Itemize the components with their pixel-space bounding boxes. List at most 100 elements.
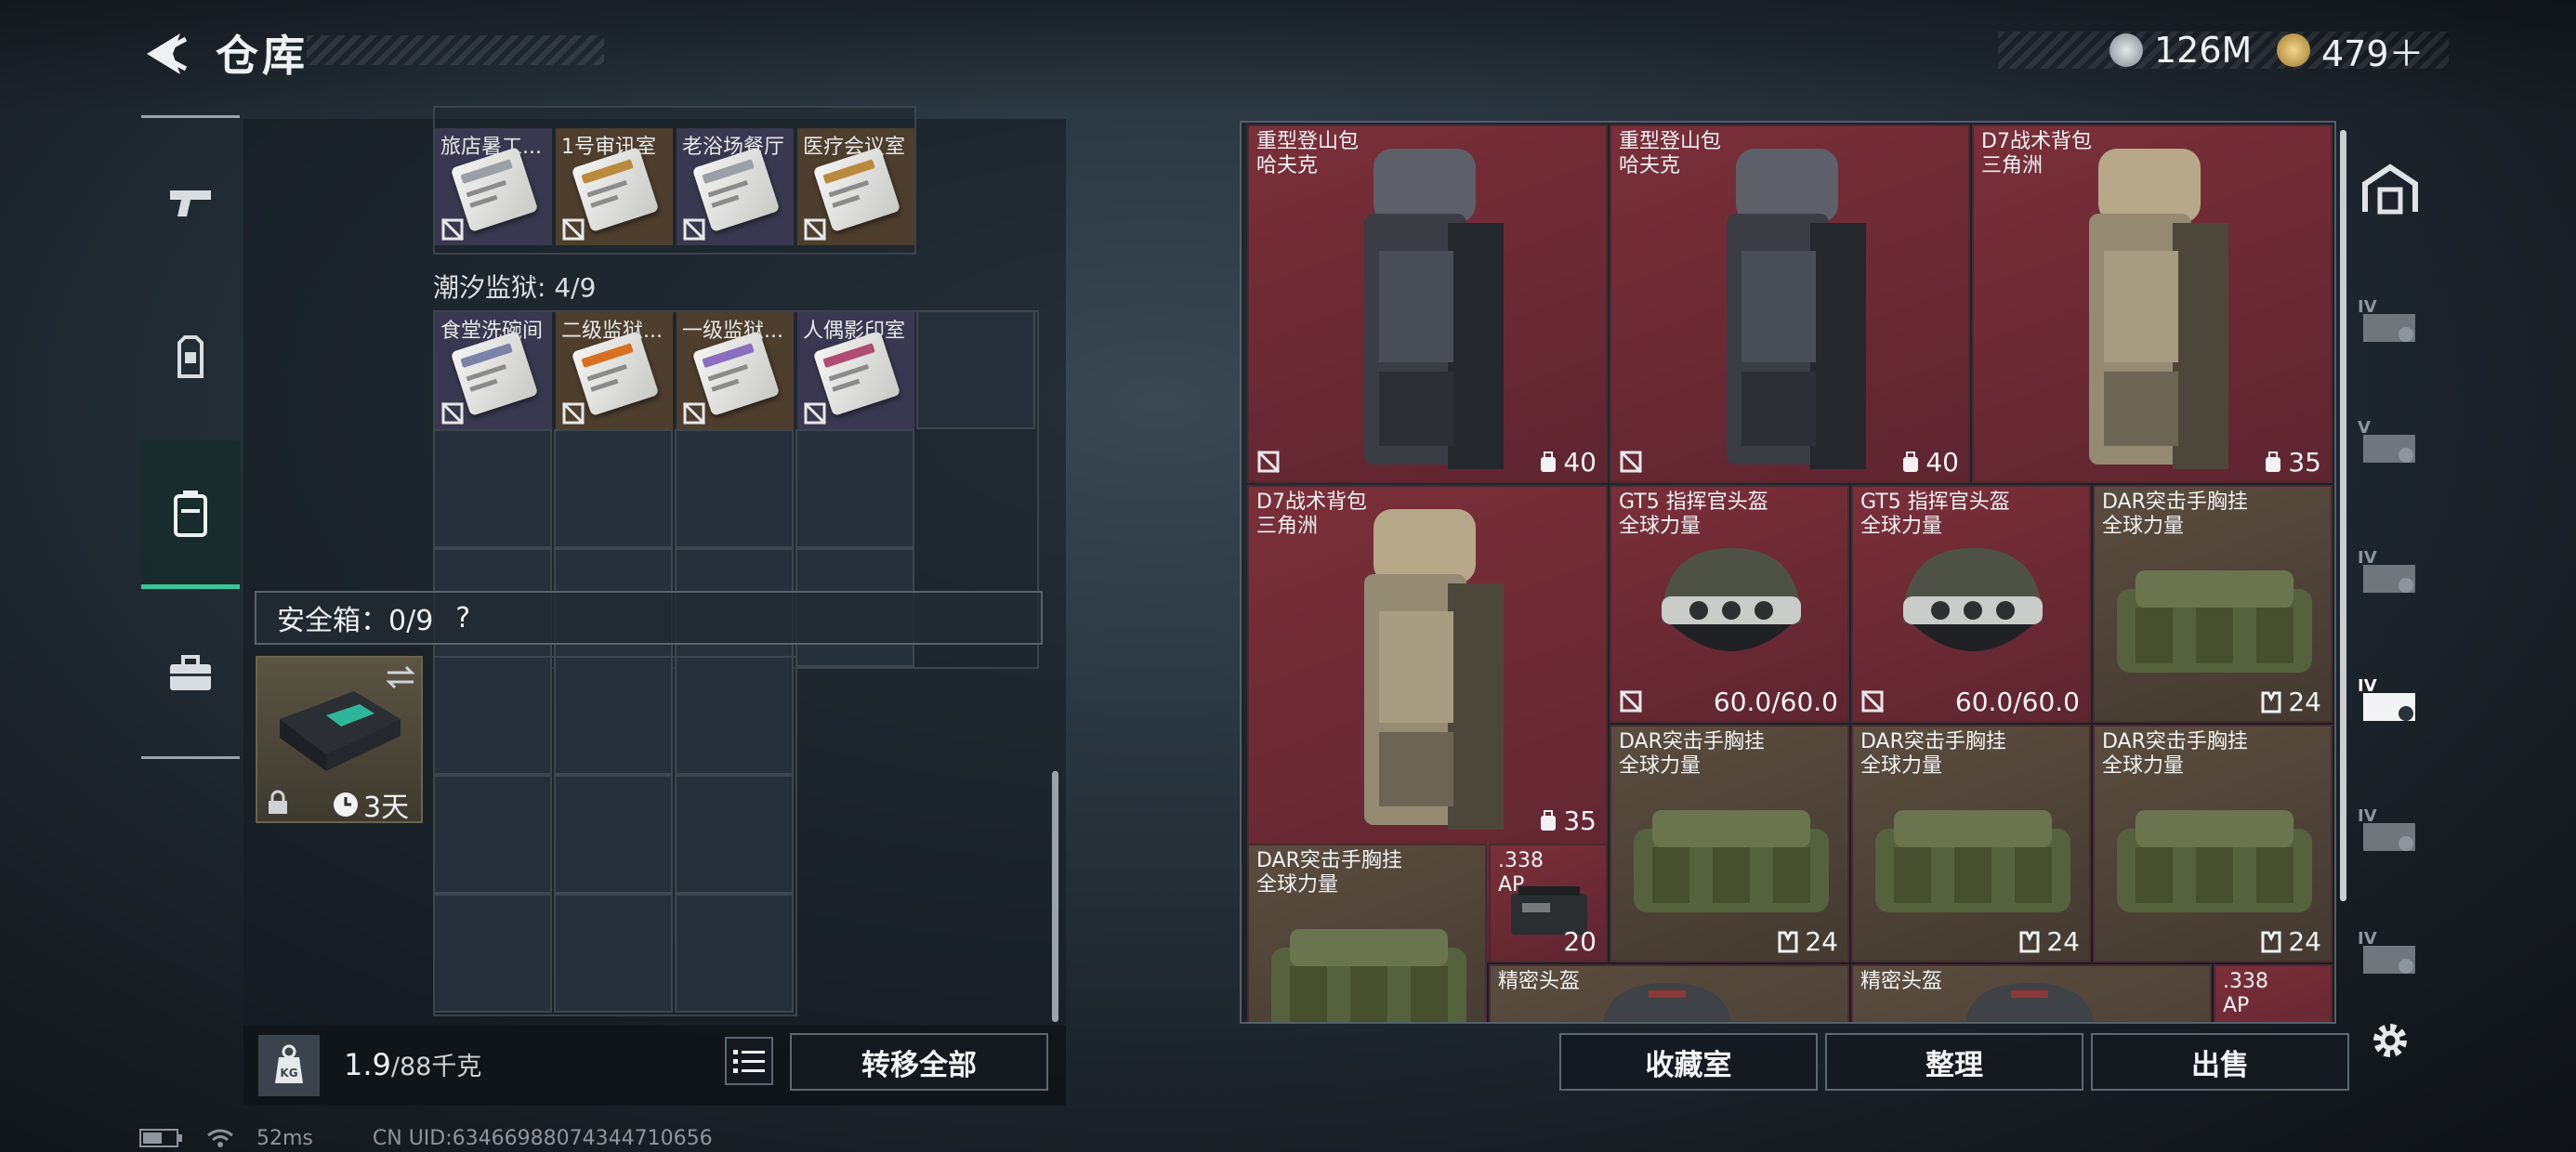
backpack-item[interactable]: 重型登山包 哈夫克 40 <box>1610 124 1970 483</box>
battery-icon <box>139 1129 182 1147</box>
back-arrow-icon[interactable] <box>139 28 195 80</box>
warehouse-icon <box>2362 164 2418 215</box>
empty-slot[interactable] <box>433 656 552 775</box>
helmet-item[interactable]: GT5 指挥官头盔 全球力量 60.0/60.0 <box>1851 485 2091 723</box>
capacity-value: 35 <box>2288 447 2321 478</box>
empty-slot[interactable] <box>433 429 552 548</box>
backpack-tan-icon <box>2089 149 2228 469</box>
vest-item[interactable]: DAR突击手胸挂 全球力量 24 <box>1610 725 1849 962</box>
collection-button[interactable]: 收藏室 <box>1559 1033 1818 1091</box>
item-name: 精密头盔 <box>1498 970 1581 993</box>
bag-capacity-icon <box>1541 451 1557 472</box>
uid-text: CN UID:63466988074344710656 <box>372 1126 713 1150</box>
storage-tab-2[interactable]: IV <box>2349 279 2431 360</box>
chest-rig-icon <box>2117 570 2312 673</box>
nav-toolbox[interactable] <box>141 622 240 725</box>
transfer-all-button[interactable]: 转移全部 <box>790 1033 1048 1091</box>
organize-button[interactable]: 整理 <box>1825 1033 2083 1091</box>
scrollbar[interactable] <box>1052 771 1058 1022</box>
safe-box-item[interactable]: 3天 <box>256 656 423 824</box>
storage-expansion-icon: V <box>2358 418 2415 463</box>
keycard-item[interactable]: 旅店暑工... <box>435 128 552 245</box>
vest-item[interactable]: DAR突击手胸挂 全球力量 24 <box>2093 485 2333 723</box>
no-insure-icon <box>561 217 585 242</box>
no-insure-icon <box>803 401 827 425</box>
nav-backpack[interactable] <box>141 440 240 589</box>
vest-item[interactable]: DAR突击手胸挂 全球力量 <box>1247 844 1487 1022</box>
storage-tab-3[interactable]: V <box>2349 399 2431 481</box>
help-icon[interactable]: ? <box>455 602 470 635</box>
status-bar: 52ms CN UID:63466988074344710656 <box>139 1124 713 1152</box>
item-name: 重型登山包 哈夫克 <box>1619 130 1722 177</box>
empty-slot[interactable] <box>675 429 794 548</box>
empty-slot[interactable] <box>675 656 794 775</box>
keycard-item[interactable]: 二级监狱... <box>556 312 673 429</box>
storage-tab-1[interactable] <box>2349 149 2431 230</box>
safe-box-header: 安全箱：0/9 ? <box>255 591 1043 645</box>
helmet-item[interactable]: 精密头盔 <box>1851 964 2212 1022</box>
no-insure-icon <box>440 401 465 425</box>
vest-item[interactable]: DAR突击手胸挂 全球力量 24 <box>2093 725 2333 962</box>
vest-item[interactable]: DAR突击手胸挂 全球力量 24 <box>1851 725 2091 962</box>
precision-helmet-icon <box>1603 983 1731 1022</box>
silver-currency: 126M <box>2109 26 2252 74</box>
ammo-count: 20 <box>1563 926 1597 957</box>
svg-text:IV: IV <box>2358 929 2377 949</box>
helmet-icon <box>1903 548 2043 651</box>
ping-text: 52ms <box>256 1126 313 1150</box>
keycard-item[interactable]: 食堂洗碗间 <box>435 312 552 429</box>
item-name: 精密头盔 <box>1860 970 1943 993</box>
storage-tab-7[interactable]: IV <box>2349 910 2431 992</box>
settings-button[interactable] <box>2349 1000 2431 1081</box>
wifi-icon <box>207 1129 233 1147</box>
storage-tab-4[interactable]: IV <box>2349 530 2431 611</box>
empty-slot[interactable] <box>554 775 673 894</box>
nav-weapons[interactable] <box>141 152 240 255</box>
empty-slot[interactable] <box>795 429 914 548</box>
empty-slot[interactable] <box>554 656 673 775</box>
no-insure-icon <box>803 217 827 242</box>
storage-tab-5-active[interactable]: IV <box>2349 658 2431 740</box>
empty-slot[interactable] <box>433 894 552 1013</box>
bag-capacity-icon <box>1903 451 1919 472</box>
backpack-item[interactable]: D7战术背包 三角洲 35 <box>1972 124 2333 483</box>
silver-coin-icon <box>2109 33 2143 67</box>
clock-icon <box>334 792 358 817</box>
backpack-item[interactable]: 重型登山包 哈夫克 40 <box>1247 124 1608 483</box>
keycard-item[interactable]: 人偶影印室 <box>797 312 914 429</box>
ammo-item[interactable]: .338 AP 20 <box>1489 844 1608 962</box>
keycard-item[interactable]: 一级监狱... <box>677 312 794 429</box>
storage-tab-6[interactable]: IV <box>2349 788 2431 870</box>
empty-slot[interactable] <box>554 894 673 1013</box>
keycard-item[interactable]: 医疗会议室 <box>797 128 914 245</box>
helmet-item[interactable]: 精密头盔 <box>1489 964 1849 1022</box>
capacity: 24 <box>2260 687 2321 717</box>
ammo-item[interactable]: .338 AP <box>2214 964 2333 1022</box>
capacity: 40 <box>1539 447 1597 478</box>
list-view-button[interactable] <box>725 1037 773 1085</box>
capacity-value: 35 <box>1563 805 1597 836</box>
empty-slot[interactable] <box>554 429 673 548</box>
scrollbar[interactable] <box>2340 130 2346 901</box>
lock-icon <box>269 790 287 814</box>
empty-slot[interactable] <box>916 310 1035 429</box>
capacity: 24 <box>2260 926 2321 957</box>
safe-box-label: 安全箱：0/9 <box>277 605 434 637</box>
title-decoration <box>307 35 604 65</box>
nav-equipment[interactable] <box>141 307 240 409</box>
empty-slot[interactable] <box>433 775 552 894</box>
duration-text: 3天 <box>363 792 410 824</box>
storage-expansion-icon: IV <box>2358 548 2415 593</box>
no-insure-icon <box>561 401 585 425</box>
no-insure-icon <box>682 217 706 242</box>
storage-expansion-icon: IV <box>2358 297 2415 342</box>
keycard-item[interactable]: 老浴场餐厅 <box>677 128 794 245</box>
item-name: DAR突击手胸挂 全球力量 <box>1619 730 1765 778</box>
helmet-item[interactable]: GT5 指挥官头盔 全球力量 60.0/60.0 <box>1610 485 1849 723</box>
item-name: DAR突击手胸挂 全球力量 <box>1860 730 2006 778</box>
warehouse-grid: 重型登山包 哈夫克 40 重型登山包 哈夫克 40 D7战术背包 三角洲 35 … <box>1240 121 2336 1024</box>
empty-slot[interactable] <box>675 894 794 1013</box>
sell-button[interactable]: 出售 <box>2091 1033 2349 1091</box>
keycard-item[interactable]: 1号审讯室 <box>556 128 673 245</box>
empty-slot[interactable] <box>675 775 794 894</box>
